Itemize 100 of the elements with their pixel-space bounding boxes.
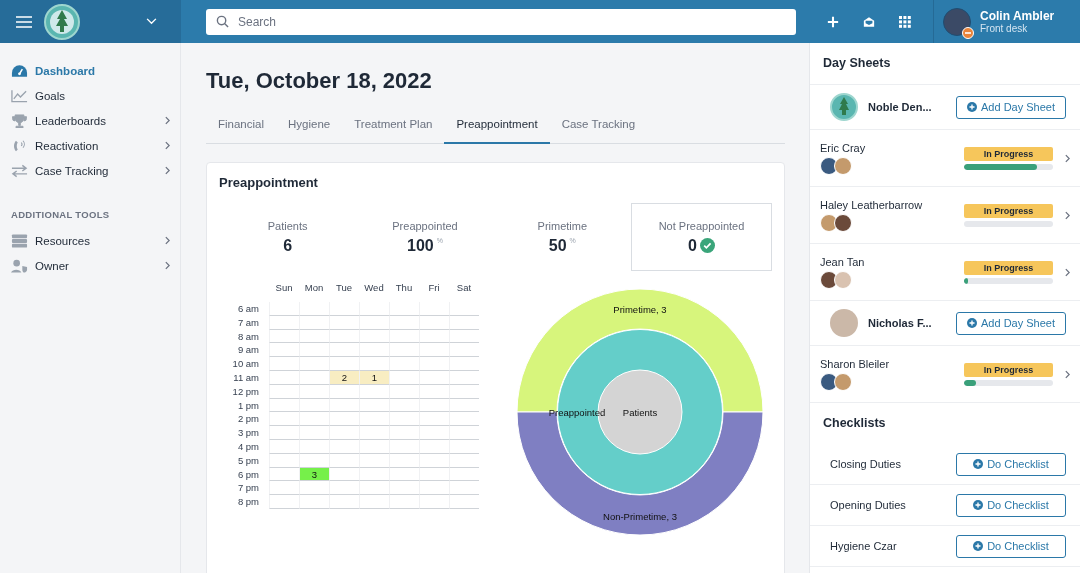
user-name: Colin Ambler [980,9,1055,23]
gauge-icon [11,63,28,78]
do-checklist-button[interactable]: Do Checklist [956,452,1066,476]
tab[interactable]: Case Tracking [549,107,648,144]
nav-item[interactable]: Case Tracking [0,158,180,183]
avatar [834,156,852,175]
staff-name: Sharon Bleiler [820,357,891,370]
nav-item[interactable]: Goals [0,83,180,108]
search-icon [216,14,229,28]
chart-line-icon [11,88,28,103]
hour-label: 2 pm [236,412,259,427]
day-label: Sat [455,282,473,295]
do-checklist-button[interactable]: Do Checklist [956,493,1066,517]
plus-circle-icon [973,459,984,469]
checklist-name: Opening Duties [830,499,907,511]
avatar [834,213,852,232]
status-badge: In Progress [964,203,1053,218]
avatar [834,270,852,289]
hour-label: 7 pm [236,481,259,496]
user-role: Front desk [980,23,1029,34]
nav-item[interactable]: Reactivation [0,133,180,158]
section-heading: ADDITIONAL TOOLS [10,208,111,222]
avatar [820,213,838,232]
stat-label: Primetime [537,219,588,232]
hour-label: 9 am [236,343,259,358]
card-title: Preappointment [219,175,319,190]
hour-label: 8 pm [236,495,259,509]
hour-label: 4 pm [236,439,259,454]
add-day-sheet-button[interactable]: Add Day Sheet [956,311,1066,335]
chevron-right-icon[interactable] [1065,210,1070,220]
stat-label: Not Preappointed [658,219,745,232]
segment-label: Primetime, 3 [613,304,667,315]
chevron-right-icon[interactable] [1065,267,1070,277]
staff-name: Eric Cray [820,141,867,154]
nav-item[interactable]: Leaderboards [0,108,180,133]
plus-circle-icon [973,500,984,510]
stat-value: 6 [283,236,293,255]
tab[interactable]: Financial [206,107,277,144]
panel-title: Day Sheets [810,43,1080,85]
stat-label: Patients [267,219,308,232]
plus-circle-icon [967,102,977,112]
chevron-right-icon[interactable] [1065,369,1070,379]
avatar [820,372,838,391]
staff-name: Jean Tan [820,255,866,268]
status-badge: In Progress [964,362,1053,377]
day-label: Fri [427,282,441,295]
phone-icon [11,138,28,153]
day-label: Mon [303,282,325,295]
segment-label: Non-Primetime, 3 [603,511,677,522]
status-badge: In Progress [964,146,1053,161]
search-field[interactable]: Search [206,8,796,35]
hour-label: 8 am [236,329,259,344]
user-shield-icon [11,258,28,273]
tab[interactable]: Hygiene [276,107,343,144]
grid-icon[interactable] [899,15,911,28]
nav-item[interactable]: Owner [0,253,180,278]
staff-name: Nicholas F... [868,317,933,329]
plus-circle-icon [967,318,977,328]
checklist-name: Closing Duties [830,458,902,470]
do-checklist-button[interactable]: Do Checklist [956,534,1066,558]
chevron-right-icon[interactable] [1065,153,1070,163]
plus-circle-icon [973,541,984,551]
staff-name: Haley Leatherbarrow [820,198,924,211]
stat-value: 50 [548,236,567,255]
arrows-icon [11,163,28,178]
avatar [830,309,858,337]
hour-label: 11 am [232,371,259,385]
hour-label: 6 am [236,302,259,316]
status-badge: In Progress [964,260,1053,275]
hour-label: 6 pm [236,467,259,482]
logo-icon [830,93,858,121]
server-icon [11,233,28,248]
day-label: Sun [274,282,294,295]
checklist-name: Hygiene Czar [830,540,898,552]
stat-label: Preappointed [392,219,458,232]
stat-value: 100 [407,236,434,255]
nav-item[interactable]: Resources [0,228,180,253]
logo-icon [44,3,80,40]
segment-label: Patients [622,407,658,418]
stat-value: 0 [688,236,697,255]
tab[interactable]: Treatment Plan [342,107,445,144]
trophy-icon [11,113,28,128]
plus-icon[interactable] [827,15,839,28]
hour-label: 12 pm [231,384,259,399]
menu-icon[interactable] [16,15,32,28]
add-day-sheet-button[interactable]: Add Day Sheet [956,95,1066,119]
chevron-down-icon[interactable] [146,18,157,25]
hour-label: 7 am [236,315,259,330]
day-label: Tue [335,282,353,295]
nav-item[interactable]: Dashboard [0,58,180,83]
hour-label: 1 pm [236,398,259,413]
avatar [820,270,838,289]
tab[interactable]: Preappointment [444,107,550,144]
day-label: Thu [394,282,414,295]
envelope-icon[interactable] [863,15,875,28]
hour-label: 5 pm [236,453,259,468]
avatar [820,156,838,175]
page-title: Tue, October 18, 2022 [206,68,433,94]
avatar[interactable] [943,7,971,36]
avatar [834,372,852,391]
